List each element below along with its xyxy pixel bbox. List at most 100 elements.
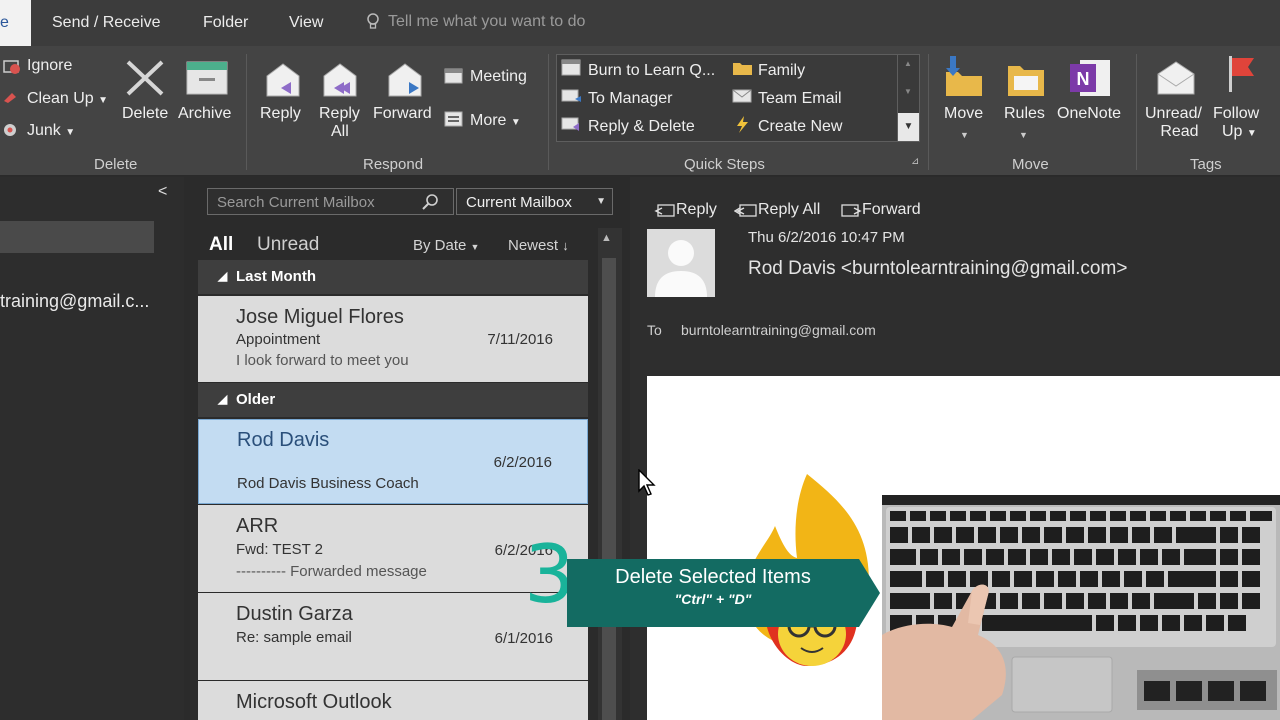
item-preview: I look forward to meet you <box>236 352 409 369</box>
filter-all[interactable]: All <box>209 234 233 256</box>
selected-folder[interactable] <box>0 221 154 253</box>
to-manager-icon <box>561 89 581 102</box>
forward-button[interactable]: Forward <box>373 105 432 123</box>
junk-button[interactable]: Junk ▼ <box>27 122 75 140</box>
quick-step-family[interactable]: Family <box>758 62 805 80</box>
quick-step-reply-delete[interactable]: Reply & Delete <box>588 118 695 136</box>
collapse-pane-icon[interactable]: < <box>158 183 167 201</box>
person-icon <box>655 240 707 297</box>
sort-order-toggle[interactable]: Newest ↓ <box>508 237 569 254</box>
reading-reply-button[interactable]: Reply <box>654 201 717 219</box>
account-name[interactable]: training@gmail.c... <box>0 291 149 312</box>
dialog-launcher-icon[interactable]: ⊿ <box>911 156 919 167</box>
search-scope-dropdown[interactable]: Current Mailbox ▼ <box>456 188 613 215</box>
svg-text:N: N <box>1077 69 1090 89</box>
junk-label: Junk <box>27 122 61 139</box>
item-date: 7/11/2016 <box>487 331 553 348</box>
quick-step-burn-to-learn[interactable]: Burn to Learn Q... <box>588 62 715 80</box>
list-item-selected[interactable]: Rod Davis Rod Davis Business Coach 6/2/2… <box>198 419 588 504</box>
tell-me-text: Tell me what you want to do <box>388 13 586 31</box>
folder-pane: < training@gmail.c... <box>0 177 184 720</box>
sort-by-dropdown[interactable]: By Date ▼ <box>413 237 479 254</box>
unread-read-label-1: Unread/ <box>1145 105 1202 122</box>
item-sender: Microsoft Outlook <box>236 691 392 713</box>
tab-view[interactable]: View <box>289 14 323 32</box>
reading-reply-all-label: Reply All <box>758 201 821 219</box>
group-header-last-month[interactable]: ◢ Last Month <box>198 260 588 294</box>
quick-steps-scroll[interactable]: ▲ ▼ ▼ <box>897 55 919 141</box>
rules-dropdown-icon[interactable]: ▼ <box>1019 130 1028 140</box>
follow-up-label-2: Up <box>1222 123 1243 140</box>
team-email-icon <box>732 89 752 103</box>
message-date: Thu 6/2/2016 10:47 PM <box>748 229 905 246</box>
more-button[interactable]: More ▼ <box>470 112 521 130</box>
list-item[interactable]: Microsoft Outlook <box>198 681 588 720</box>
message-to[interactable]: burntolearntraining@gmail.com <box>681 322 876 338</box>
reply-button[interactable]: Reply <box>260 105 301 123</box>
ignore-icon <box>3 60 20 74</box>
reply-all-button[interactable]: Reply All <box>319 105 360 141</box>
filter-unread[interactable]: Unread <box>257 234 319 256</box>
reply-all-icon <box>323 63 357 97</box>
search-icon[interactable] <box>421 194 439 210</box>
gallery-expand-icon[interactable]: ▼ <box>898 113 919 141</box>
flag-icon <box>1229 56 1254 92</box>
onenote-button[interactable]: OneNote <box>1057 105 1121 123</box>
group-header-older[interactable]: ◢ Older <box>198 383 588 417</box>
scroll-down-icon: ▼ <box>904 87 912 96</box>
list-item[interactable]: Jose Miguel Flores Appointment I look fo… <box>198 296 588 382</box>
tab-folder[interactable]: Folder <box>203 14 248 32</box>
archive-button[interactable]: Archive <box>178 105 231 123</box>
keyboard-photo-image <box>882 495 1280 720</box>
tab-send-receive[interactable]: Send / Receive <box>52 14 161 32</box>
quick-step-create-new[interactable]: Create New <box>758 118 842 136</box>
message-to-label: To <box>647 322 662 338</box>
follow-up-button[interactable]: Follow Up ▼ <box>1213 105 1259 141</box>
reading-forward-button[interactable]: Forward <box>840 201 921 219</box>
unread-read-button[interactable]: Unread/Read <box>1145 105 1202 141</box>
message-from[interactable]: Rod Davis <burntolearntraining@gmail.com… <box>748 258 1127 280</box>
keyboard-illustration <box>882 495 1280 720</box>
scroll-up-icon[interactable]: ▲ <box>601 232 612 244</box>
create-new-icon <box>737 116 748 133</box>
archive-icon <box>186 61 228 95</box>
clean-up-button[interactable]: Clean Up ▼ <box>27 90 108 108</box>
item-preview: Rod Davis Business Coach <box>237 475 419 492</box>
unread-read-label-2: Read <box>1160 123 1199 140</box>
meeting-icon <box>444 68 463 84</box>
tab-home[interactable]: e <box>0 0 31 46</box>
item-sender: Rod Davis <box>237 429 330 451</box>
rules-button[interactable]: Rules <box>1004 105 1045 123</box>
search-input[interactable]: Search Current Mailbox <box>207 188 454 215</box>
mouse-cursor-icon <box>638 469 656 496</box>
reading-reply-all-button[interactable]: Reply All <box>733 201 821 219</box>
follow-up-label-1: Follow <box>1213 105 1260 122</box>
clean-up-label: Clean Up <box>27 90 94 107</box>
reading-reply-label: Reply <box>676 201 717 219</box>
item-subject: Appointment <box>236 331 321 348</box>
unread-read-icon <box>1157 61 1195 95</box>
junk-icon <box>4 124 16 136</box>
collapse-triangle-icon: ◢ <box>218 392 228 406</box>
scrollbar-thumb[interactable] <box>602 258 616 720</box>
item-sender: ARR <box>236 515 279 537</box>
move-group-label: Move <box>1012 156 1049 173</box>
chevron-down-icon: ▼ <box>596 196 606 207</box>
quick-step-to-manager[interactable]: To Manager <box>588 90 673 108</box>
tell-me-box[interactable]: Tell me what you want to do <box>366 13 585 31</box>
quick-step-team-email[interactable]: Team Email <box>758 90 842 108</box>
group-divider <box>1136 54 1137 170</box>
message-list-scrollbar[interactable]: ▲ <box>598 228 622 720</box>
ignore-button[interactable]: Ignore <box>27 57 72 75</box>
move-button[interactable]: Move <box>944 105 983 123</box>
group-header-label: Older <box>236 391 276 408</box>
item-date: 6/1/2016 <box>494 630 553 647</box>
move-dropdown-icon[interactable]: ▼ <box>960 130 969 140</box>
delete-button[interactable]: Delete <box>122 105 168 123</box>
collapse-triangle-icon: ◢ <box>218 269 228 283</box>
group-divider <box>548 54 549 170</box>
delete-group-label: Delete <box>94 156 138 173</box>
meeting-button[interactable]: Meeting <box>470 68 527 86</box>
more-label: More <box>470 112 507 129</box>
rules-icon <box>1008 66 1044 96</box>
